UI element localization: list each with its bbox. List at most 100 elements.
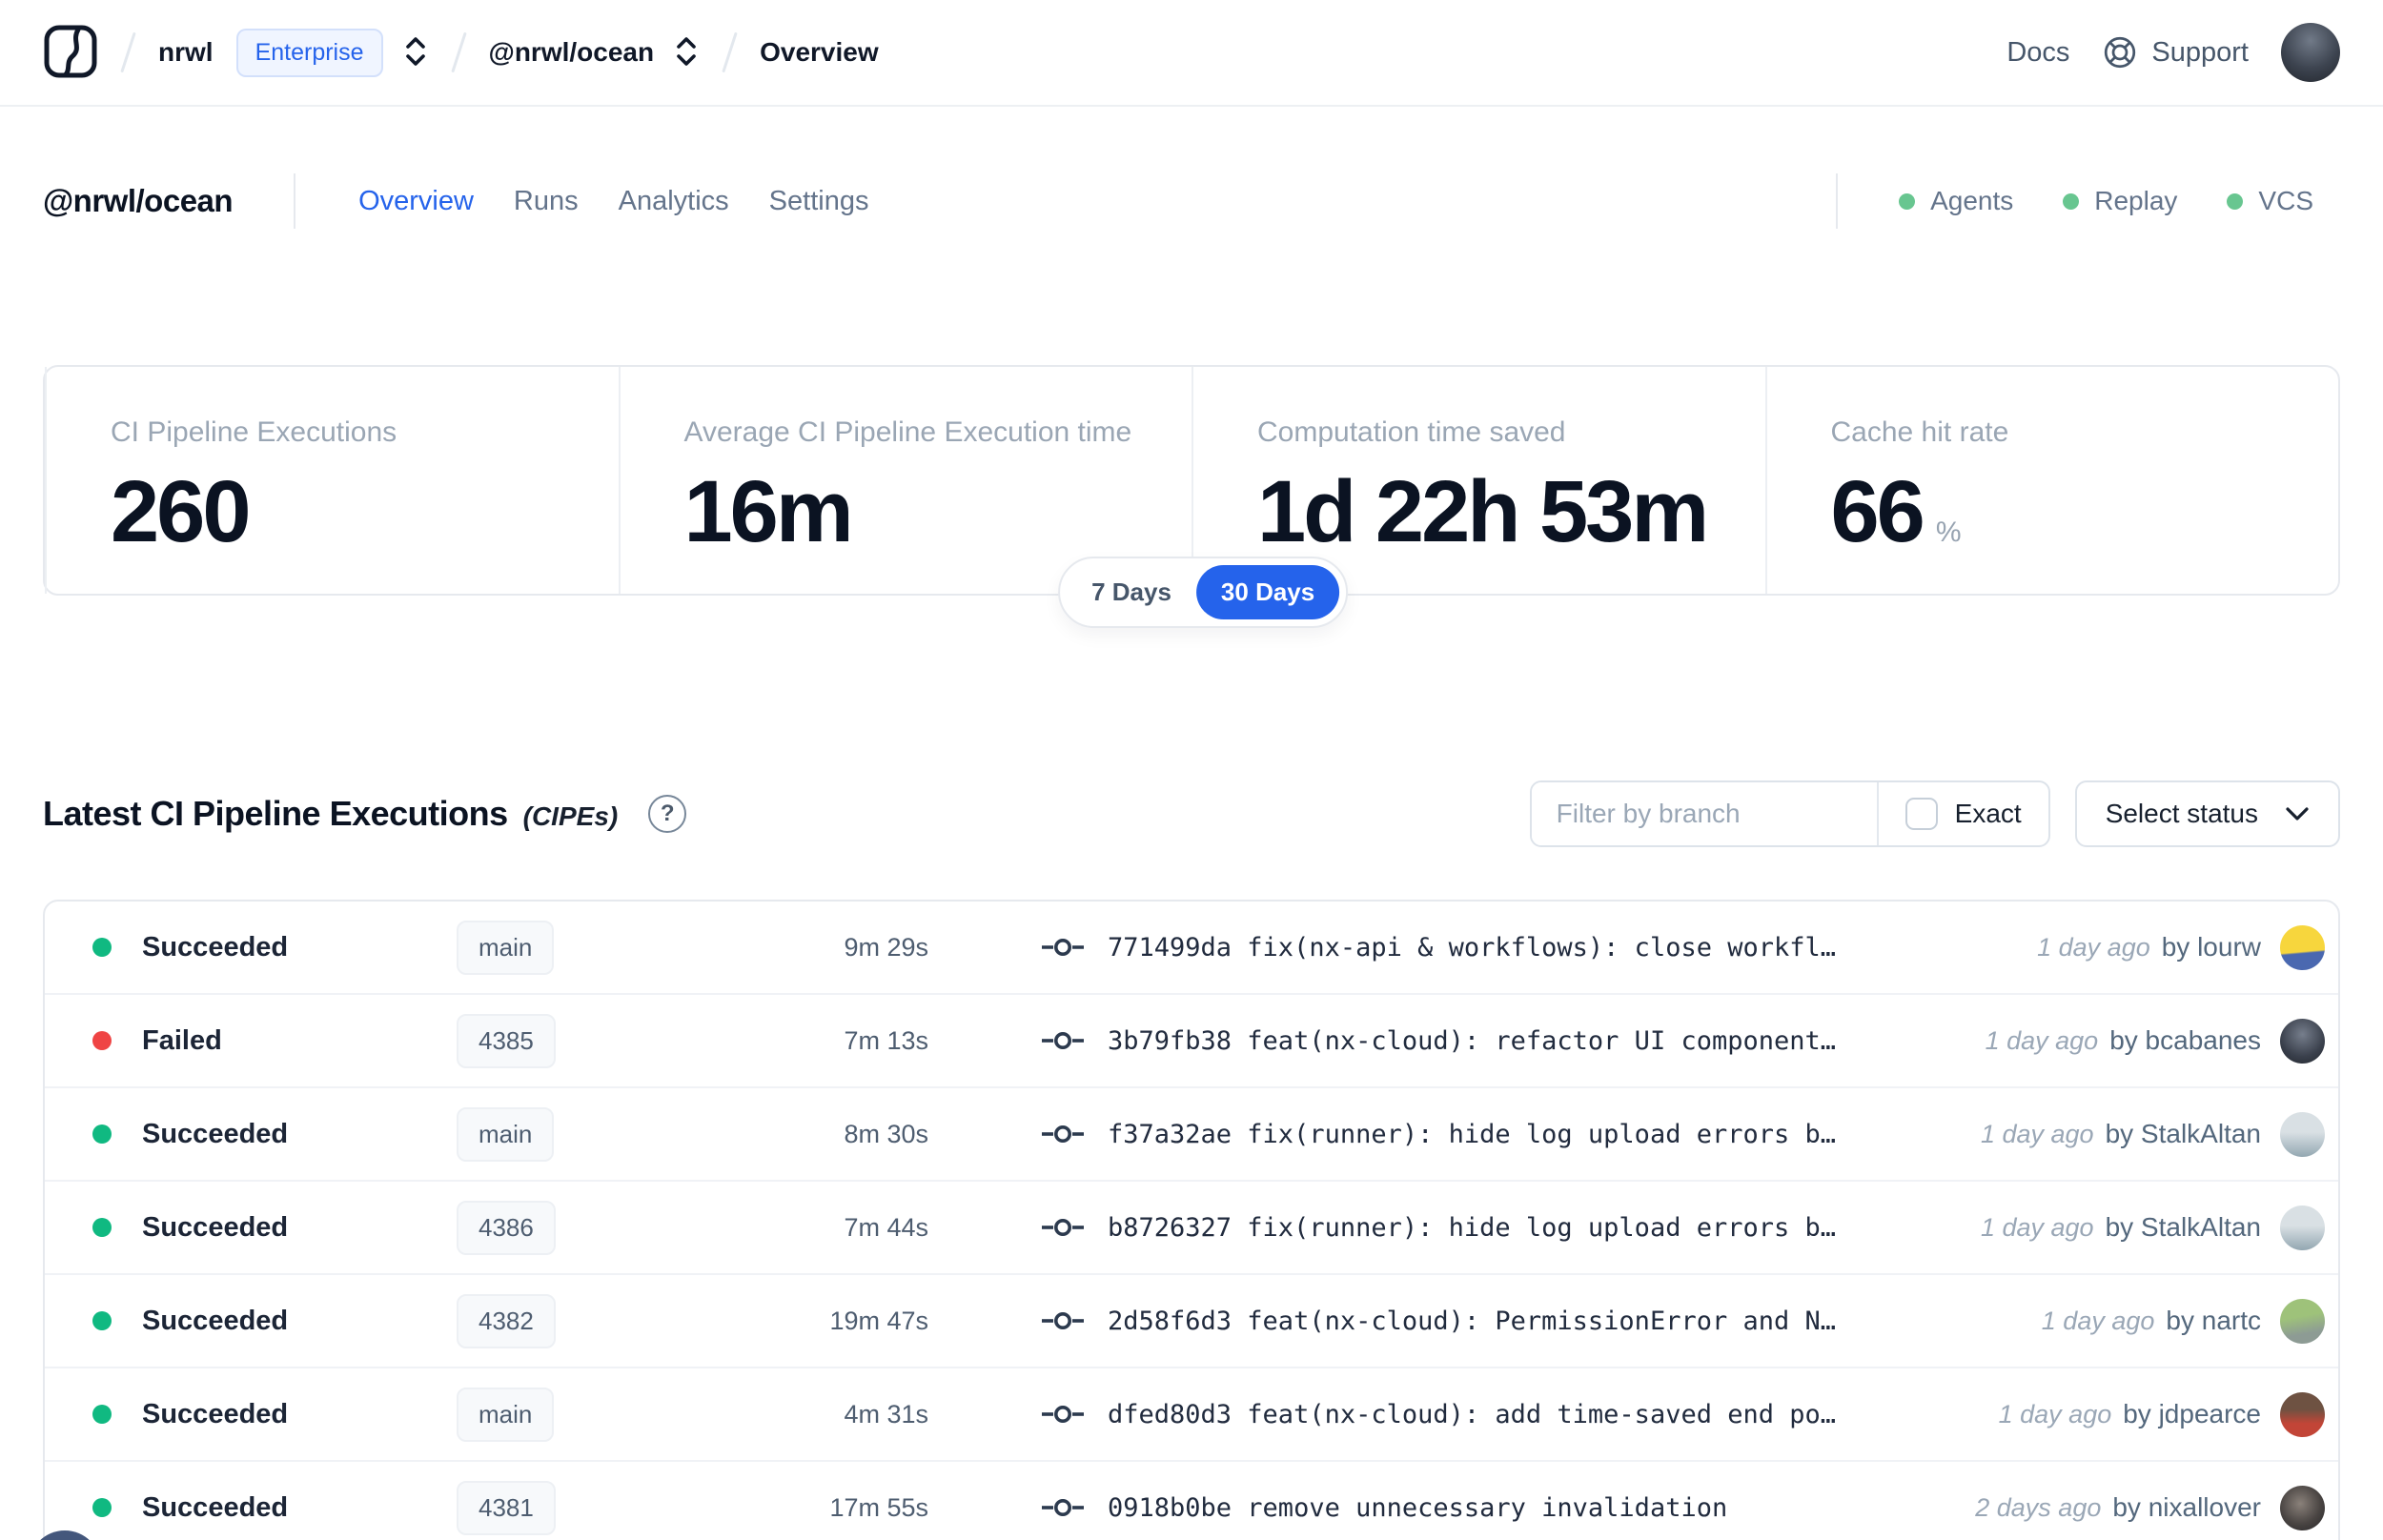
author-avatar[interactable] <box>2280 1485 2325 1530</box>
stat-card: Cache hit rate 66 % <box>1764 367 2339 594</box>
feature-status-dot <box>1899 192 1916 210</box>
branch-cell: 4382 <box>457 1293 659 1348</box>
stat-value: 66 % <box>1831 462 2320 562</box>
help-icon[interactable]: ? <box>648 795 687 833</box>
breadcrumb-workspace[interactable]: @nrwl/ocean <box>489 37 655 68</box>
status-select-dropdown[interactable]: Select status <box>2074 780 2340 847</box>
status-cell: Failed <box>92 1025 457 1057</box>
meta-cell: 1 day ago by jdpearce <box>1980 1391 2325 1437</box>
author-avatar[interactable] <box>2280 1298 2325 1344</box>
author: by jdpearce <box>2123 1399 2261 1429</box>
author-avatar[interactable] <box>2280 1391 2325 1437</box>
feature-status-label: Agents <box>1930 186 2014 215</box>
author: by StalkAltan <box>2105 1212 2261 1242</box>
stats-cards: CI Pipeline Executions 260 Average CI Pi… <box>43 365 2340 628</box>
branch-badge[interactable]: 4381 <box>457 1480 556 1535</box>
branch-badge[interactable]: main <box>457 920 555 975</box>
branch-badge[interactable]: 4382 <box>457 1293 556 1348</box>
commit-cell: 3b79fb38 feat(nx-cloud): refactor UI com… <box>1041 1026 1966 1056</box>
docs-link[interactable]: Docs <box>2006 37 2069 69</box>
commit-message[interactable]: 3b79fb38 feat(nx-cloud): refactor UI com… <box>1108 1026 1836 1056</box>
stat-number: 260 <box>111 463 251 560</box>
stat-label: CI Pipeline Executions <box>111 416 397 448</box>
meta-cell: 1 day ago by lourw <box>2018 924 2325 970</box>
branch-badge[interactable]: main <box>457 1387 555 1442</box>
commit-cell: b8726327 fix(runner): hide log upload er… <box>1041 1213 1962 1243</box>
git-commit-icon <box>1041 1495 1085 1520</box>
commit-message[interactable]: b8726327 fix(runner): hide log upload er… <box>1108 1213 1836 1243</box>
commit-message[interactable]: 2d58f6d3 feat(nx-cloud): PermissionError… <box>1108 1307 1836 1336</box>
chevron-up-down-icon <box>673 34 700 71</box>
chevron-down-icon <box>2285 806 2310 821</box>
commit-message[interactable]: dfed80d3 feat(nx-cloud): add time-saved … <box>1108 1400 1836 1429</box>
workspace-header: @nrwl/ocean Overview Runs Analytics Sett… <box>0 168 2383 234</box>
feature-status-item[interactable]: Replay <box>2063 186 2177 216</box>
branch-badge[interactable]: 4386 <box>457 1200 556 1255</box>
cipe-row[interactable]: Succeeded 4381 17m 55s 0918b0be remove u… <box>45 1462 2338 1540</box>
status-label: Succeeded <box>142 931 289 962</box>
branch-badge[interactable]: main <box>457 1106 555 1162</box>
meta-cell: 1 day ago by bcabanes <box>1966 1018 2325 1064</box>
nx-cloud-logo[interactable] <box>43 24 98 82</box>
breadcrumb-separator <box>120 31 136 73</box>
cipe-row[interactable]: Succeeded main 9m 29s 771499da fix(nx-ap… <box>45 902 2338 995</box>
relative-time: 1 day ago <box>1998 1399 2112 1429</box>
author: by nixallover <box>2112 1492 2261 1522</box>
feature-status-dot <box>2227 192 2244 210</box>
workspace-switcher-button[interactable] <box>673 34 700 71</box>
relative-time: 1 day ago <box>1980 1212 2094 1242</box>
workspace-tab[interactable]: Analytics <box>619 186 729 217</box>
branch-cell: main <box>457 920 659 975</box>
commit-message[interactable]: f37a32ae fix(runner): hide log upload er… <box>1108 1120 1836 1149</box>
status-dot <box>92 938 112 957</box>
stat-value: 16m <box>684 462 1173 562</box>
breadcrumb-separator <box>450 31 467 73</box>
date-range-option[interactable]: 30 Days <box>1195 565 1340 619</box>
git-commit-icon <box>1041 1308 1085 1333</box>
exact-checkbox[interactable] <box>1904 798 1938 830</box>
meta-cell: 1 day ago by StalkAltan <box>1962 1111 2325 1157</box>
status-dot <box>92 1031 112 1050</box>
cipe-row[interactable]: Succeeded main 8m 30s f37a32ae fix(runne… <box>45 1088 2338 1182</box>
status-cell: Succeeded <box>92 1399 457 1430</box>
status-cell: Succeeded <box>92 1492 457 1524</box>
cipe-row[interactable]: Succeeded 4386 7m 44s b8726327 fix(runne… <box>45 1182 2338 1275</box>
author-avatar[interactable] <box>2280 924 2325 970</box>
commit-cell: 771499da fix(nx-api & workflows): close … <box>1041 933 2018 962</box>
relative-time: 2 days ago <box>1975 1492 2102 1522</box>
author-avatar[interactable] <box>2280 1018 2325 1064</box>
feature-status-item[interactable]: Agents <box>1899 186 2013 216</box>
stat-value: 1d 22h 53m <box>1257 462 1746 562</box>
branch-filter-input[interactable] <box>1531 782 1877 845</box>
commit-message[interactable]: 0918b0be remove unnecessary invalidation <box>1108 1493 1727 1523</box>
commit-message[interactable]: 771499da fix(nx-api & workflows): close … <box>1108 933 1836 962</box>
author-avatar[interactable] <box>2280 1205 2325 1250</box>
workspace-tab[interactable]: Runs <box>514 186 579 217</box>
support-link[interactable]: Support <box>2102 34 2249 71</box>
status-dot <box>92 1125 112 1144</box>
breadcrumb-org[interactable]: nrwl <box>158 37 214 68</box>
feature-status-item[interactable]: VCS <box>2227 186 2313 216</box>
status-label: Succeeded <box>142 1305 289 1336</box>
user-avatar[interactable] <box>2281 23 2340 82</box>
author-avatar[interactable] <box>2280 1111 2325 1157</box>
cipe-row[interactable]: Succeeded main 4m 31s dfed80d3 feat(nx-c… <box>45 1368 2338 1462</box>
exact-toggle[interactable]: Exact <box>1876 782 2048 845</box>
branch-badge[interactable]: 4385 <box>457 1013 556 1068</box>
date-range-option[interactable]: 7 Days <box>1067 565 1196 619</box>
status-label: Succeeded <box>142 1211 289 1243</box>
nx-cloud-logo-icon <box>43 24 98 82</box>
duration: 7m 13s <box>844 1025 928 1055</box>
cipe-row[interactable]: Failed 4385 7m 13s 3b79fb38 feat(nx-clou… <box>45 995 2338 1088</box>
workspace-tab[interactable]: Overview <box>358 186 474 217</box>
meta-cell: 1 day ago by StalkAltan <box>1962 1205 2325 1250</box>
date-range-toggle: 7 Days 30 Days <box>1058 557 1349 628</box>
workspace-tab[interactable]: Settings <box>769 186 869 217</box>
status-label: Failed <box>142 1024 222 1056</box>
cipe-row[interactable]: Succeeded 4382 19m 47s 2d58f6d3 feat(nx-… <box>45 1275 2338 1368</box>
org-switcher-button[interactable] <box>402 34 429 71</box>
relative-time: 1 day ago <box>1980 1119 2094 1148</box>
cipes-section-header: Latest CI Pipeline Executions (CIPEs) ? … <box>0 780 2383 848</box>
cipes-title: Latest CI Pipeline Executions <box>43 794 508 833</box>
stat-label: Computation time saved <box>1257 416 1566 448</box>
